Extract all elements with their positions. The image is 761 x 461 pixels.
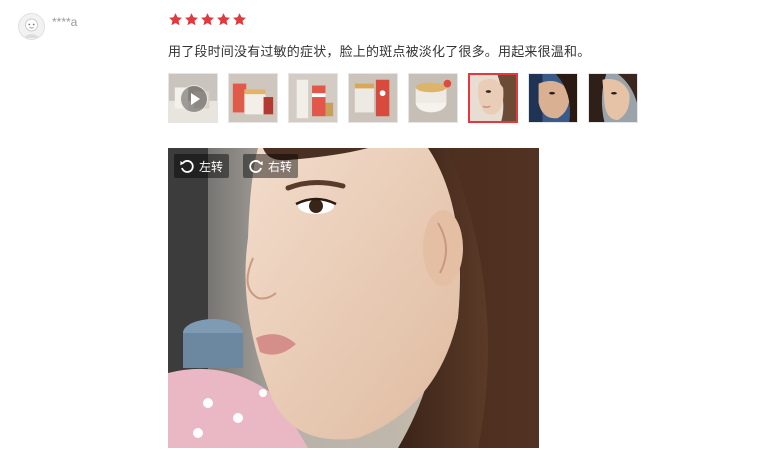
star-icon xyxy=(169,13,182,26)
thumb-face-3[interactable] xyxy=(588,73,638,123)
thumb-product-1[interactable] xyxy=(228,73,278,123)
rotate-left-label: 左转 xyxy=(199,159,224,174)
rotate-right-icon xyxy=(249,160,263,173)
thumb-face-1[interactable] xyxy=(468,73,518,123)
rotate-right-button[interactable]: 右转 xyxy=(243,154,299,178)
star-icon xyxy=(185,13,198,26)
star-icon xyxy=(201,13,214,26)
avatar-icon xyxy=(19,14,44,39)
thumbnail-strip xyxy=(168,73,638,123)
thumb-product-4[interactable] xyxy=(408,73,458,123)
star-icon xyxy=(217,13,230,26)
rotate-right-label: 右转 xyxy=(268,159,293,174)
thumb-video[interactable] xyxy=(168,73,218,123)
enlarged-photo xyxy=(168,148,539,448)
thumb-face-2[interactable] xyxy=(528,73,578,123)
play-icon xyxy=(180,85,208,113)
thumb-product-2[interactable] xyxy=(288,73,338,123)
rating-stars xyxy=(168,12,247,30)
reviewer-username: ****a xyxy=(52,15,78,29)
image-viewer[interactable]: 左转 右转 xyxy=(168,148,539,448)
star-icon xyxy=(233,13,246,26)
rotate-left-button[interactable]: 左转 xyxy=(174,154,230,178)
avatar xyxy=(18,13,45,40)
review-comment: 用了段时间没有过敏的症状，脸上的斑点被淡化了很多。用起来很温和。 xyxy=(168,45,591,60)
rotate-left-icon xyxy=(180,160,194,173)
thumb-product-3[interactable] xyxy=(348,73,398,123)
